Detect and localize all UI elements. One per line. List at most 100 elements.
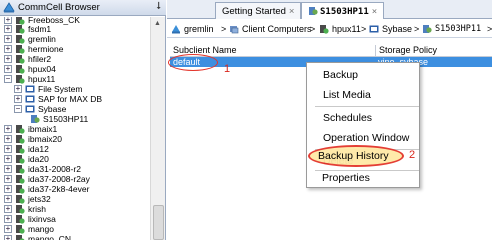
breadcrumb-separator: > [310, 24, 316, 34]
tab-label: Getting Started [222, 6, 286, 17]
tree-item[interactable]: + ida20 [0, 154, 150, 164]
tree-item[interactable]: + ida37-2008-r2ay [0, 174, 150, 184]
expand-icon[interactable]: + [4, 235, 12, 240]
tree-item-label: gremlin [28, 34, 56, 44]
breadcrumb-separator: > [487, 24, 492, 34]
server-icon [15, 234, 25, 240]
tree-item-label: jets32 [28, 194, 51, 204]
expand-icon[interactable]: + [4, 225, 12, 233]
server-icon [15, 124, 25, 134]
tree-item[interactable]: + ibmaix1 [0, 124, 150, 134]
tree-item[interactable]: + ida12 [0, 144, 150, 154]
breadcrumb-item-hpux11[interactable]: hpux11 [332, 24, 361, 34]
server-icon [15, 54, 25, 64]
server-icon [15, 24, 25, 34]
breadcrumb-item-instance[interactable]: S1503HP11 [435, 24, 481, 34]
tree-item-label: S1503HP11 [43, 114, 89, 124]
tree-item[interactable]: + jets32 [0, 194, 150, 204]
tree-item-label: ida20 [28, 154, 49, 164]
tree-item[interactable]: + SAP for MAX DB [0, 94, 150, 104]
expand-icon[interactable]: + [4, 155, 12, 163]
menu-item-schedules[interactable]: Schedules [323, 112, 372, 124]
expand-icon[interactable]: + [4, 65, 12, 73]
breadcrumb-item-gremlin[interactable]: gremlin [184, 24, 214, 34]
column-subclient-name[interactable]: Subclient Name [173, 45, 237, 55]
expand-icon[interactable]: + [4, 35, 12, 43]
tree-item-label: mango_CN [28, 234, 71, 240]
menu-item-properties[interactable]: Properties [322, 172, 370, 184]
expand-icon[interactable]: + [4, 45, 12, 53]
pin-icon[interactable]: ⭣ [156, 1, 161, 12]
context-menu: Backup List Media Schedules Operation Wi… [306, 62, 420, 188]
expand-icon[interactable]: + [4, 125, 12, 133]
tree-item[interactable]: + ida37-2k8-4ever [0, 184, 150, 194]
breadcrumb-item-client-computers[interactable]: Client Computers [242, 24, 312, 34]
tree-item[interactable]: − Sybase [0, 104, 150, 114]
tab-getting-started[interactable]: Getting Started × [215, 2, 302, 19]
expand-icon[interactable]: + [4, 25, 12, 33]
menu-item-operation-window[interactable]: Operation Window [323, 132, 409, 144]
expand-icon[interactable]: + [14, 85, 22, 93]
breadcrumb-separator: > [414, 24, 420, 34]
tree-item[interactable]: + hfiler2 [0, 54, 150, 64]
server-icon [15, 134, 25, 144]
tree-item[interactable]: + File System [0, 84, 150, 94]
commcell-icon [172, 25, 180, 34]
breadcrumb-item-sybase[interactable]: Sybase [382, 24, 412, 34]
instance-icon [30, 114, 40, 124]
menu-item-list-media[interactable]: List Media [323, 89, 371, 101]
expand-icon[interactable]: + [14, 95, 22, 103]
tree-item[interactable]: + krish [0, 204, 150, 214]
collapse-icon[interactable]: − [4, 75, 12, 83]
tree-item-label: ida31-2008-r2 [28, 164, 81, 174]
tree-item-label: hpux11 [28, 74, 56, 84]
server-icon [15, 74, 25, 84]
expand-icon[interactable]: + [4, 145, 12, 153]
tree-item[interactable]: + mango_CN [0, 234, 150, 240]
menu-separator [315, 106, 419, 107]
tab-s1503hp11[interactable]: S1503HP11 × [301, 2, 385, 19]
tree-item[interactable]: + hpux04 [0, 64, 150, 74]
tree-item-label: hfiler2 [28, 54, 52, 64]
instance-icon [423, 25, 432, 33]
agent-icon [25, 104, 35, 114]
expand-icon[interactable]: + [4, 215, 12, 223]
tree-item[interactable]: + mango [0, 224, 150, 234]
tree-item[interactable]: + ida31-2008-r2 [0, 164, 150, 174]
server-icon [15, 174, 25, 184]
tree-item[interactable]: + fsdm1 [0, 24, 150, 34]
tree-item[interactable]: − hpux11 [0, 74, 150, 84]
server-icon [15, 194, 25, 204]
instance-icon [309, 7, 318, 15]
expand-icon[interactable]: + [4, 205, 12, 213]
scroll-thumb[interactable] [153, 205, 164, 240]
tree-item[interactable]: + hermione [0, 44, 150, 54]
expand-icon[interactable]: + [4, 175, 12, 183]
expand-icon[interactable]: + [4, 17, 12, 24]
scroll-up-icon[interactable]: ▲ [154, 20, 161, 27]
tree-item[interactable]: + ibmaix20 [0, 134, 150, 144]
breadcrumb: gremlin > Client Computers > hpux11 > Sy… [167, 20, 492, 38]
commcell-window: CommCell Browser ⭣ + Freeboss_CK + fsdm1 + gr… [0, 0, 492, 240]
close-icon[interactable]: × [289, 6, 295, 17]
server-icon [15, 214, 25, 224]
breadcrumb-separator: > [361, 24, 367, 34]
close-icon[interactable]: × [372, 7, 377, 17]
menu-item-backup-history[interactable]: Backup History [318, 150, 389, 162]
expand-icon[interactable]: + [4, 165, 12, 173]
tab-label: S1503HP11 [320, 7, 369, 17]
sybase-agent-icon [369, 25, 379, 33]
expand-icon[interactable]: + [4, 195, 12, 203]
tree-item[interactable]: S1503HP11 [0, 114, 150, 124]
server-icon [15, 44, 25, 54]
tree-scrollbar[interactable]: ▲ [150, 17, 165, 240]
expand-icon[interactable]: + [4, 135, 12, 143]
tree-item-label: ida12 [28, 144, 49, 154]
panel-title-bar: CommCell Browser ⭣ [0, 0, 166, 16]
collapse-icon[interactable]: − [14, 105, 22, 113]
tree-item[interactable]: + gremlin [0, 34, 150, 44]
expand-icon[interactable]: + [4, 55, 12, 63]
tree-item[interactable]: + lixinvsa [0, 214, 150, 224]
menu-item-backup[interactable]: Backup [323, 69, 358, 81]
expand-icon[interactable]: + [4, 185, 12, 193]
